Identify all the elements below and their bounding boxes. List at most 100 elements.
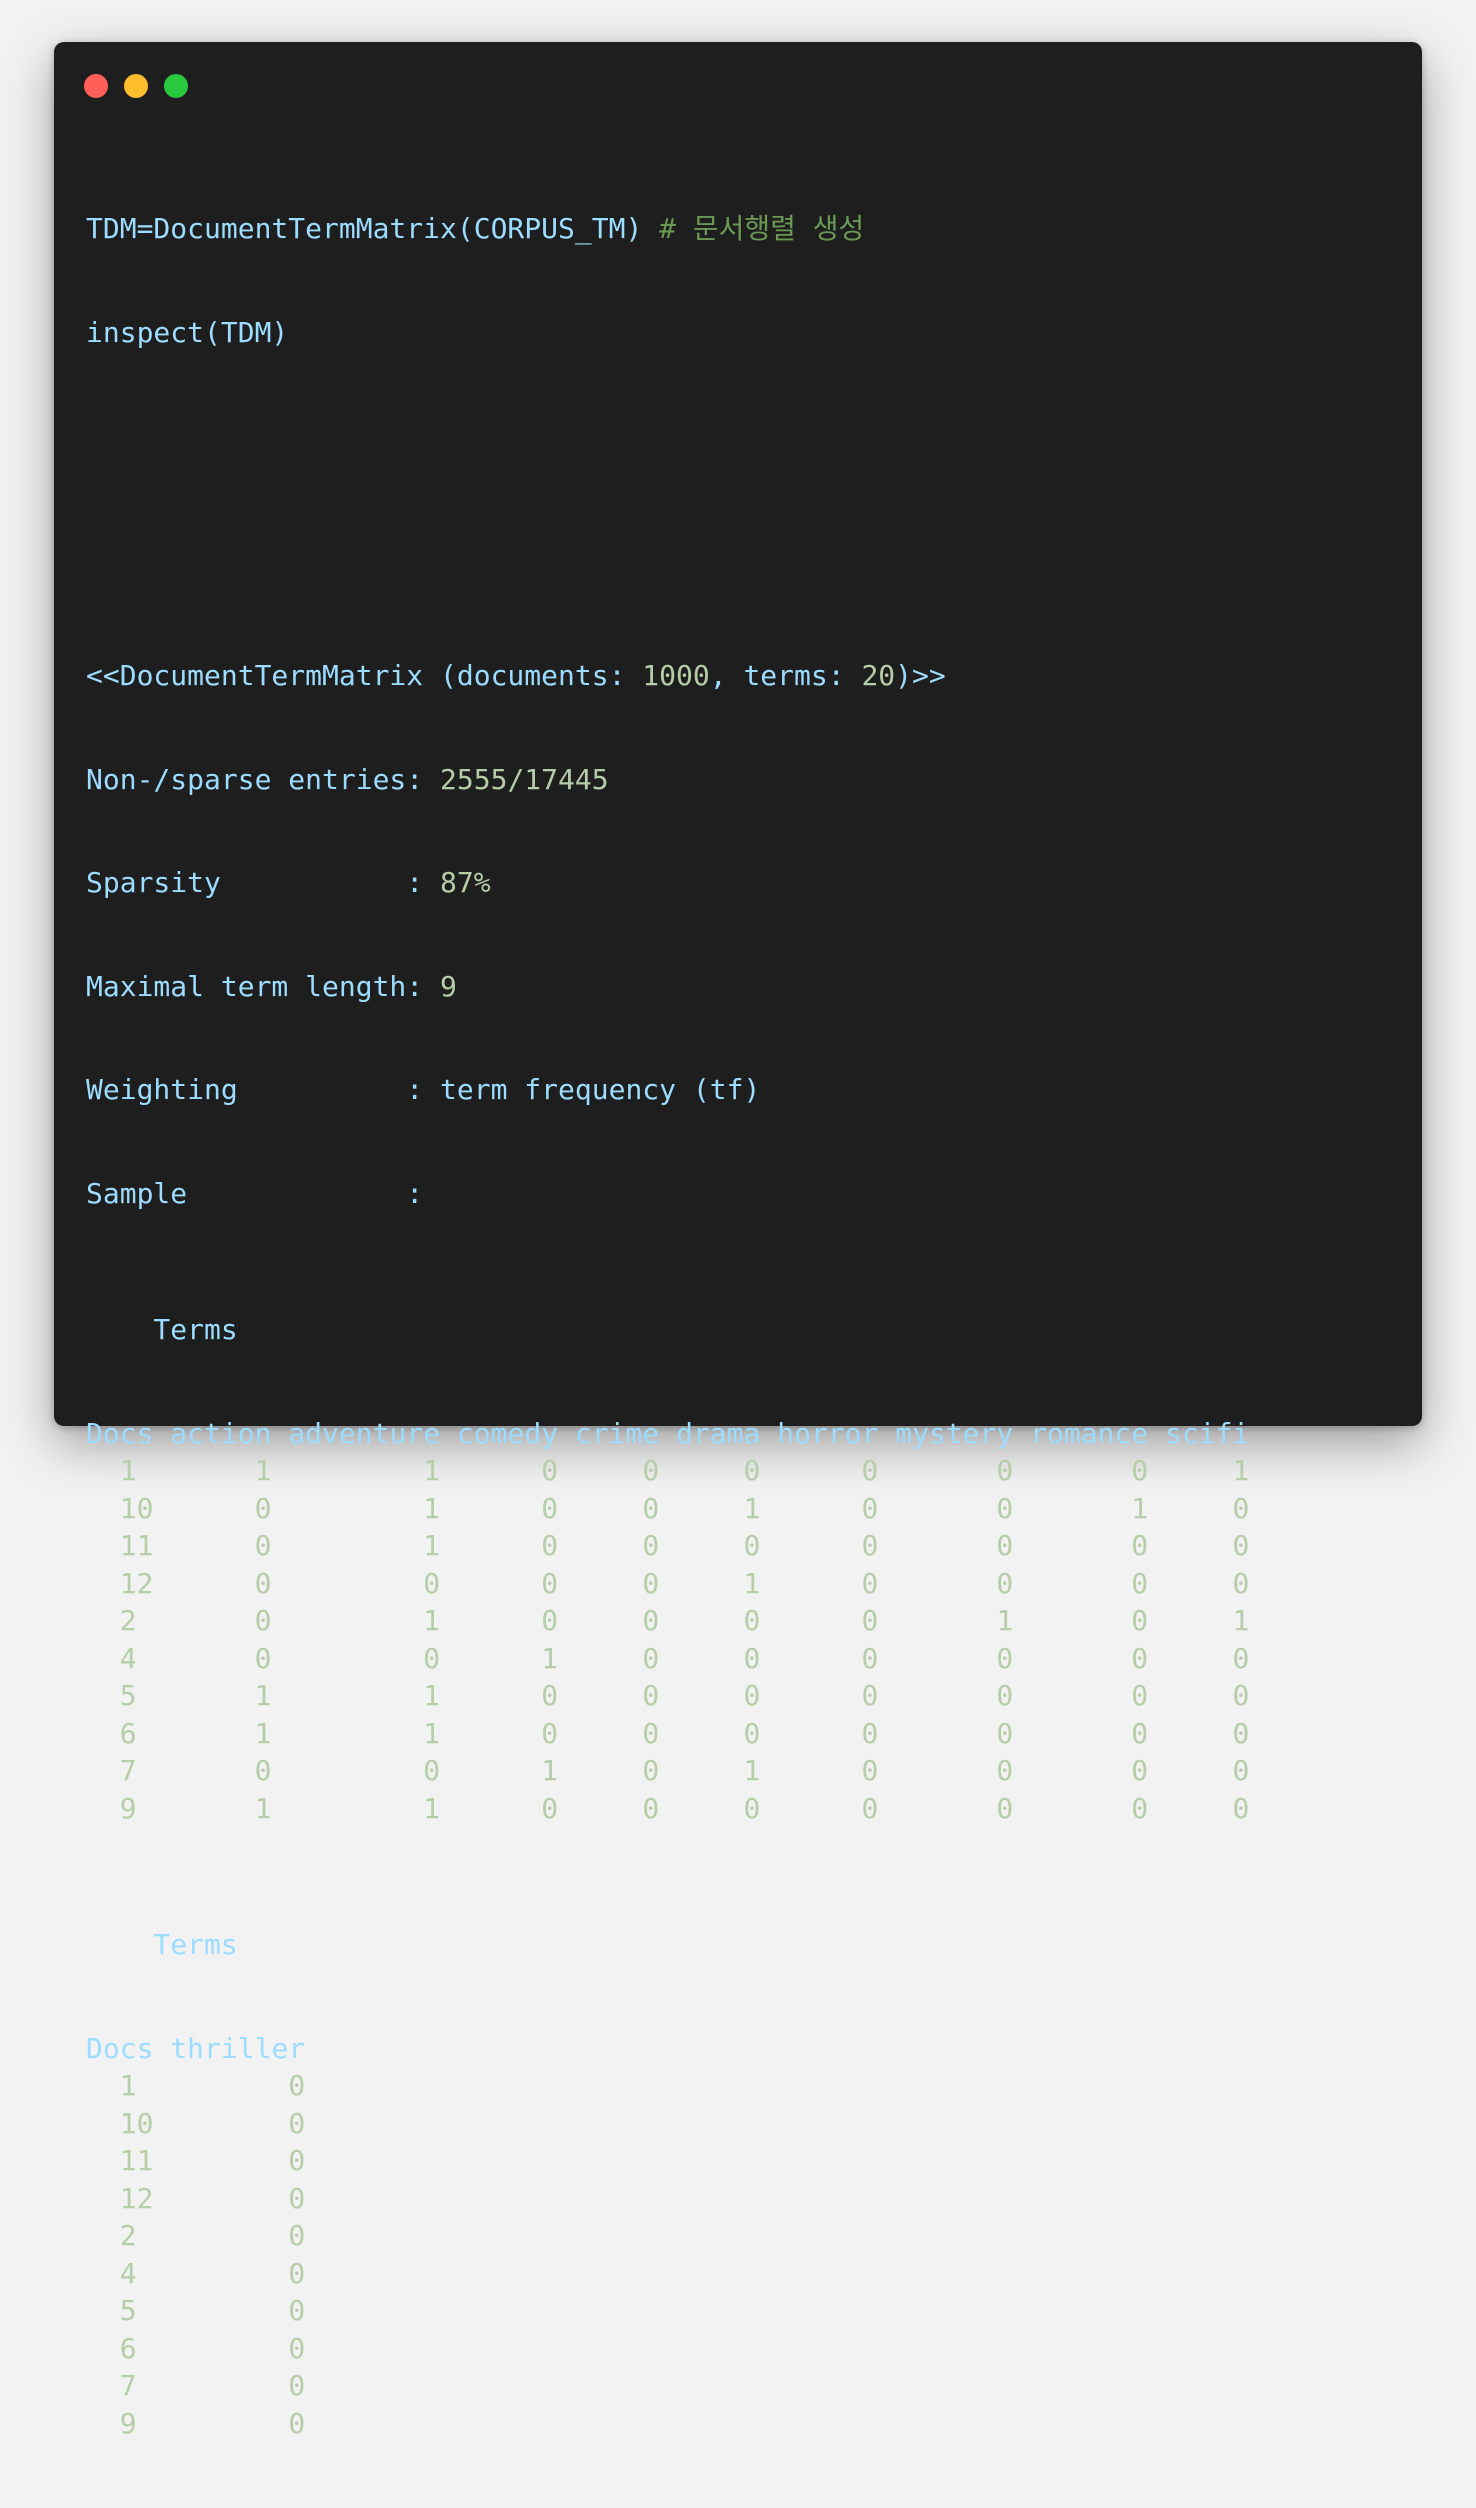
column-header-crime: crime (574, 1416, 660, 1450)
cell-value: 1 (1232, 1454, 1250, 1487)
cell-value: 0 (1131, 1454, 1149, 1487)
cell-value: 0 (642, 1754, 660, 1787)
cell-value: 0 (1232, 1566, 1250, 1600)
cell-value: 0 (1232, 1791, 1250, 1825)
cell-value: 1 (423, 1679, 441, 1712)
cell-value: 0 (541, 1791, 559, 1825)
term-matrix-table-2: Docs thriller 1 0 10 0 11 0 12 0 2 0 4 0 5 0 6 0 7 0 9 0 (86, 2030, 1249, 2443)
cell-value: 1 (423, 1716, 441, 1750)
cell-value: 0 (1232, 1529, 1250, 1562)
cell-value: 0 (642, 1491, 660, 1525)
term-matrix-table-1: Docs action adventure comedy crime drama horro… (86, 1415, 1249, 1828)
code-window: TDM=DocumentTermMatrix(CORPUS_TM) # 문서행렬… (54, 42, 1422, 2440)
cell-value: 0 (642, 1529, 660, 1562)
table-row: 9 1 1 0 0 0 0 0 0 0 (86, 1790, 1250, 1828)
cell-value: 0 (1232, 1716, 1250, 1750)
cell-value: 1 (541, 1754, 559, 1787)
cell-value: 0 (642, 1791, 660, 1825)
cell-value: 1 (1232, 1604, 1250, 1637)
cell-value: 0 (1131, 1791, 1149, 1825)
cell-value: 0 (642, 1566, 660, 1600)
minimize-button[interactable] (124, 74, 148, 98)
cell-value: 0 (1232, 1679, 1250, 1712)
output-header: <<DocumentTermMatrix (documents: 1000, t… (86, 659, 946, 692)
cell-value: 1 (423, 1529, 441, 1562)
cell-value: 0 (996, 1679, 1014, 1712)
docs-header: Docs (86, 2031, 154, 2065)
cell-value: 0 (288, 2256, 306, 2290)
cell-value: 0 (423, 1566, 441, 1600)
table-row: 11 0 (86, 2142, 1249, 2180)
doc-id: 2 (119, 2219, 137, 2252)
doc-id: 6 (119, 1716, 137, 1750)
cell-value: 0 (288, 2069, 306, 2102)
cell-value: 0 (642, 1641, 660, 1675)
maximize-button[interactable] (164, 74, 188, 98)
table-row: 1 1 1 0 0 0 0 0 0 1 (86, 1452, 1250, 1490)
cell-value: 1 (254, 1454, 272, 1487)
cell-value: 1 (743, 1491, 761, 1525)
table-row: 40 (86, 2255, 1249, 2293)
cell-value: 0 (1131, 1716, 1149, 1750)
cell-value: 0 (1232, 1754, 1250, 1787)
column-header-drama: drama (676, 1416, 761, 1450)
cell-value: 0 (743, 1791, 761, 1825)
cell-value: 0 (642, 1604, 660, 1637)
weighting-line: Weighting : term frequency (tf) (86, 1073, 761, 1106)
cell-value: 0 (541, 1529, 559, 1562)
terms-count: 20 (861, 659, 896, 692)
doc-id: 2 (119, 1604, 137, 1637)
maxlen-line: Maximal term length: 9 (86, 969, 457, 1003)
cell-value: 0 (541, 1604, 559, 1637)
column-header-scifi: scifi (1165, 1416, 1250, 1450)
table-row: 50 (86, 2292, 1249, 2330)
table-row: 5 1 1 0 0 0 0 0 0 0 (86, 1677, 1250, 1715)
cell-value: 0 (996, 1491, 1014, 1525)
cell-value: 0 (541, 1491, 559, 1525)
cell-value: 0 (861, 1679, 879, 1712)
cell-value: 0 (861, 1491, 879, 1525)
doc-id: 11 (119, 1529, 154, 1562)
sample-line: Sample : (86, 1176, 424, 1210)
cell-value: 0 (861, 1641, 879, 1675)
cell-value: 1 (254, 1791, 272, 1825)
doc-id: 10 (119, 2106, 154, 2140)
cell-value: 0 (743, 1454, 761, 1487)
cell-value: 0 (288, 2406, 306, 2440)
code-statement: TDM=DocumentTermMatrix(CORPUS_TM) (86, 212, 643, 245)
cell-value: 1 (541, 1641, 559, 1675)
cell-value: 0 (861, 1791, 879, 1825)
cell-value: 0 (541, 1716, 559, 1750)
cell-value: 1 (254, 1716, 272, 1750)
code-comment: # 문서행렬 생성 (659, 212, 865, 245)
table-row: 2 0 1 0 0 0 0 1 0 1 (86, 1602, 1250, 1640)
doc-id: 5 (119, 1679, 137, 1712)
cell-value: 1 (996, 1604, 1014, 1637)
cell-value: 0 (254, 1641, 272, 1675)
code-line-1: TDM=DocumentTermMatrix(CORPUS_TM) # 문서행렬… (86, 210, 1249, 248)
cell-value: 0 (861, 1529, 879, 1562)
documents-count: 1000 (642, 659, 710, 692)
close-button[interactable] (84, 74, 108, 98)
doc-id: 9 (119, 1791, 137, 1825)
table-row: 12 0 (86, 2180, 1249, 2218)
cell-value: 0 (642, 1679, 660, 1712)
cell-value: 0 (743, 1529, 761, 1562)
cell-value: 0 (642, 1454, 660, 1487)
cell-value: 0 (743, 1679, 761, 1712)
nonsparse-line: Non-/sparse entries: 2555/17445 (86, 762, 609, 796)
cell-value: 0 (861, 1716, 879, 1750)
table-row: 10 0 (86, 2105, 1249, 2143)
cell-value: 0 (743, 1641, 761, 1675)
cell-value: 1 (743, 1566, 761, 1600)
cell-value: 0 (996, 1716, 1014, 1750)
cell-value: 1 (254, 1679, 272, 1712)
cell-value: 0 (288, 2181, 306, 2215)
column-header-horror: horror (777, 1416, 879, 1450)
column-header-romance: romance (1030, 1416, 1149, 1450)
column-header-adventure: adventure (288, 1416, 441, 1450)
cell-value: 1 (423, 1454, 441, 1487)
cell-value: 0 (254, 1754, 272, 1787)
table-row: 90 (86, 2405, 1249, 2443)
terms-label: Terms (86, 1313, 238, 1346)
